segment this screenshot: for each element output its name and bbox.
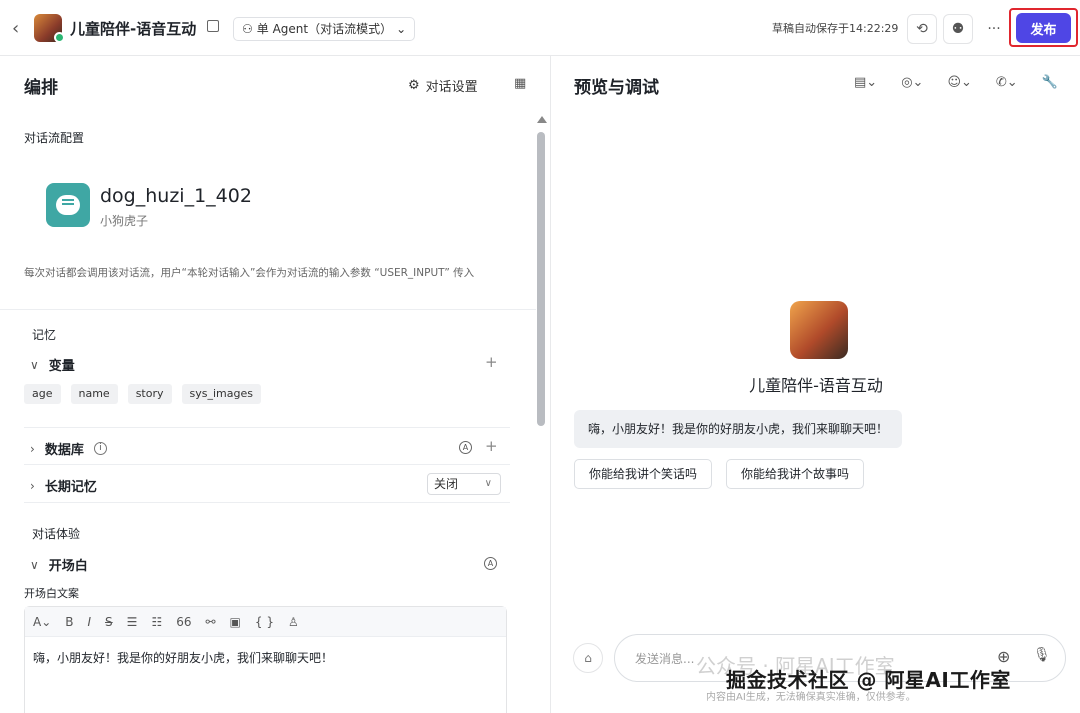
opening-label: 开场白 xyxy=(48,559,88,574)
agent-icon: ⚇ xyxy=(242,22,253,36)
suggestion-button[interactable]: 你能给我讲个笑话吗 xyxy=(574,459,713,489)
experience-label: 对话体验 xyxy=(32,527,81,541)
workflow-name: dog_huzi_1_402 xyxy=(100,185,252,207)
users-icon: ⚉ xyxy=(951,21,965,37)
voice-icon[interactable]: ◎⌄ xyxy=(901,75,923,90)
image-icon[interactable]: ▣ xyxy=(230,615,241,629)
mode-select[interactable]: ⚇ 单 Agent（对话流模式） ⌄ xyxy=(233,17,416,41)
chevron-down-icon: ⌄ xyxy=(396,22,407,36)
greeting-bubble: 嗨，小朋友好！我是你的好朋友小虎，我们来聊聊天吧！ xyxy=(574,410,903,448)
opening-text[interactable]: 嗨，小朋友好！我是你的好朋友小虎，我们来聊聊天吧！ xyxy=(25,637,506,678)
settings-icon: ⚙ xyxy=(408,78,420,93)
dialog-settings-button[interactable]: ⚙ 对话设置 xyxy=(408,76,478,95)
editor-toolbar: A⌄ B I S ☰ ☷ 66 ⚯ ▣ { } ♙ xyxy=(25,607,506,637)
divider xyxy=(24,427,510,428)
dialog-settings-label: 对话设置 xyxy=(425,80,478,95)
variables-label: 变量 xyxy=(48,359,75,374)
font-size-icon[interactable]: A⌄ xyxy=(33,615,51,629)
memory-label: 记忆 xyxy=(32,328,57,342)
orchestration-panel: 编排 ⚙ 对话设置 ▦ 对话流配置 dog_huzi_1_402 小狗虎子 每次… xyxy=(0,56,551,713)
opening-copy-label: 开场白文案 xyxy=(24,587,79,600)
panel-title: 编排 xyxy=(24,78,58,98)
longterm-label: 长期记忆 xyxy=(44,480,97,495)
strikethrough-icon[interactable]: S xyxy=(105,615,113,629)
variable-tag[interactable]: story xyxy=(127,384,172,404)
history-icon: ⟲ xyxy=(916,21,928,37)
phone-icon[interactable]: ✆⌄ xyxy=(996,75,1018,90)
longterm-select[interactable]: 关闭 ∨ xyxy=(427,473,501,495)
collaborators-button[interactable]: ⚉ xyxy=(943,14,973,44)
autosave-status: 草稿自动保存于14:22:29 xyxy=(772,22,899,35)
workflow-note: 每次对话都会调用该对话流，用户“本轮对话输入”会作为对话流的输入参数 “USER… xyxy=(24,267,475,279)
preview-title: 预览与调试 xyxy=(574,78,659,98)
bot-name: 儿童陪伴-语音互动 xyxy=(749,376,883,395)
divider xyxy=(24,464,510,465)
variable-tag[interactable]: sys_images xyxy=(181,384,261,404)
scrollbar[interactable] xyxy=(534,114,548,713)
add-variable-icon[interactable]: + xyxy=(485,353,498,371)
opening-editor[interactable]: A⌄ B I S ☰ ☷ 66 ⚯ ▣ { } ♙ 嗨，小朋友好！我是你的好朋友… xyxy=(24,606,507,713)
publish-button[interactable]: 发布 xyxy=(1016,13,1071,43)
broom-icon: ⌂ xyxy=(584,651,592,665)
microphone-icon[interactable]: 🎙 xyxy=(1033,647,1051,663)
preview-panel: 预览与调试 ▤⌄ ◎⌄ ☺⌄ ✆⌄ 🔧 儿童陪伴-语音互动 嗨，小朋友好！我是你… xyxy=(552,56,1080,713)
variables-row[interactable]: ∨ 变量 xyxy=(30,355,75,375)
opening-row[interactable]: ∨ 开场白 xyxy=(30,555,88,575)
chevron-right-icon: › xyxy=(30,478,35,493)
back-icon[interactable]: ‹ xyxy=(12,18,19,39)
longterm-value: 关闭 xyxy=(434,477,459,491)
chat-bubble-icon xyxy=(46,183,90,227)
user-icon[interactable]: ♙ xyxy=(288,615,299,629)
history-button[interactable]: ⟲ xyxy=(907,14,937,44)
scroll-up-icon[interactable] xyxy=(537,116,547,123)
variable-icon[interactable]: { } xyxy=(255,615,274,629)
suggestion-button[interactable]: 你能给我讲个故事吗 xyxy=(726,459,865,489)
workflow-card[interactable]: dog_huzi_1_402 小狗虎子 xyxy=(24,157,510,253)
variable-tag[interactable]: age xyxy=(24,384,61,404)
divider xyxy=(0,309,536,310)
italic-icon[interactable]: I xyxy=(88,615,92,629)
edit-icon[interactable] xyxy=(207,20,219,32)
numbered-list-icon[interactable]: ☷ xyxy=(151,615,162,629)
status-dot xyxy=(54,32,65,43)
wrench-icon[interactable]: 🔧 xyxy=(1042,75,1058,90)
bot-avatar xyxy=(790,301,848,359)
emotion-icon[interactable]: ☺⌄ xyxy=(947,75,971,90)
input-placeholder: 发送消息... xyxy=(635,652,695,666)
scroll-thumb[interactable] xyxy=(537,132,545,426)
layout-grid-icon[interactable]: ▦ xyxy=(514,76,526,91)
info-icon: i xyxy=(93,442,107,455)
quote-icon[interactable]: 66 xyxy=(176,615,191,629)
chevron-down-icon: ∨ xyxy=(484,478,492,489)
bold-icon[interactable]: B xyxy=(65,615,73,629)
app-title: 儿童陪伴-语音互动 xyxy=(70,20,197,38)
variable-tags: age name story sys_images xyxy=(24,384,261,404)
auto-icon[interactable]: A xyxy=(484,557,497,570)
divider xyxy=(24,502,510,503)
workflow-section-label: 对话流配置 xyxy=(24,131,85,145)
variable-tag[interactable]: name xyxy=(70,384,118,404)
auto-icon[interactable]: A xyxy=(459,441,472,454)
chevron-right-icon: › xyxy=(30,441,35,456)
database-row[interactable]: › 数据库 i xyxy=(30,439,107,458)
preview-toolbar: ▤⌄ ◎⌄ ☺⌄ ✆⌄ 🔧 xyxy=(854,75,1058,90)
debug-icon[interactable]: ▤⌄ xyxy=(854,75,877,90)
longterm-memory-row[interactable]: › 长期记忆 xyxy=(30,476,97,496)
chevron-down-icon: ∨ xyxy=(30,357,39,372)
mode-label: 单 Agent（对话流模式） xyxy=(256,22,393,36)
watermark-line2: 掘金技术社区 @ 阿星AI工作室 xyxy=(726,668,1011,692)
database-label: 数据库 xyxy=(44,443,84,458)
more-icon: ··· xyxy=(987,21,1001,37)
bullet-list-icon[interactable]: ☰ xyxy=(127,615,138,629)
top-bar: ‹ 儿童陪伴-语音互动 ⚇ 单 Agent（对话流模式） ⌄ 草稿自动保存于14… xyxy=(0,0,1080,56)
clear-chat-button[interactable]: ⌂ xyxy=(573,643,603,673)
link-icon[interactable]: ⚯ xyxy=(205,615,215,629)
chevron-down-icon: ∨ xyxy=(30,557,39,572)
more-button[interactable]: ··· xyxy=(979,14,1009,44)
workflow-desc: 小狗虎子 xyxy=(100,214,149,228)
add-database-icon[interactable]: + xyxy=(485,437,498,455)
